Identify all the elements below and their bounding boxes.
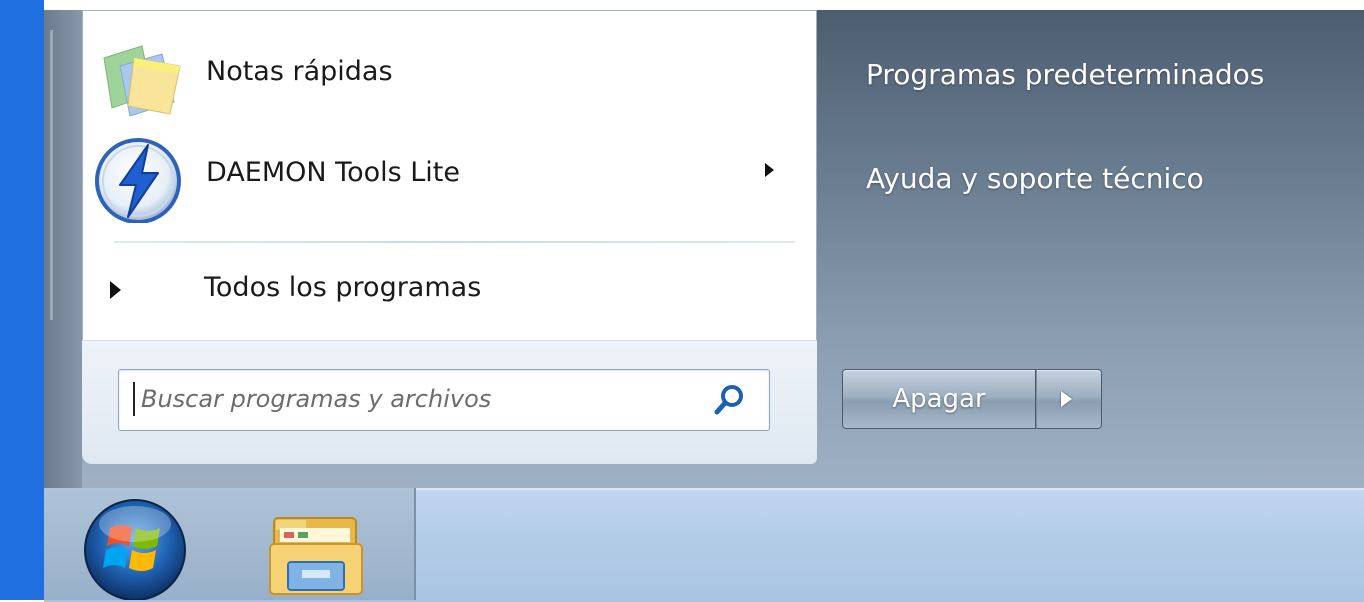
search-icon[interactable]	[709, 382, 749, 418]
shutdown-button[interactable]: Apagar	[842, 369, 1036, 429]
program-item-notas-rapidas[interactable]: Notas rápidas	[82, 36, 817, 124]
all-programs-button[interactable]: Todos los programas	[102, 267, 792, 317]
program-item-label: Notas rápidas	[206, 56, 393, 87]
submenu-arrow-icon	[765, 163, 774, 177]
menu-separator	[114, 241, 795, 243]
sticky-notes-icon	[103, 45, 181, 117]
shutdown-options-button[interactable]	[1036, 369, 1102, 429]
search-input[interactable]	[131, 378, 701, 420]
start-menu-left-edge	[44, 10, 82, 488]
program-item-daemon-tools-lite[interactable]: DAEMON Tools Lite	[82, 135, 817, 223]
desktop-left-strip	[0, 0, 44, 600]
search-area	[82, 340, 817, 464]
right-pane-item-default-programs[interactable]: Programas predeterminados	[866, 58, 1264, 91]
chevron-right-icon	[1061, 391, 1072, 407]
right-pane-item-help-support[interactable]: Ayuda y soporte técnico	[866, 162, 1204, 195]
folder-icon[interactable]	[262, 508, 372, 600]
program-item-label: DAEMON Tools Lite	[206, 157, 461, 188]
triangle-right-icon	[110, 281, 121, 299]
start-menu-programs-pane: Notas rápidas DAEMON Tools Lite Todos lo…	[82, 10, 817, 464]
all-programs-label: Todos los programas	[204, 272, 482, 303]
windows-logo-icon[interactable]	[80, 494, 190, 600]
daemon-tools-icon	[95, 138, 181, 223]
search-box[interactable]	[118, 369, 770, 431]
